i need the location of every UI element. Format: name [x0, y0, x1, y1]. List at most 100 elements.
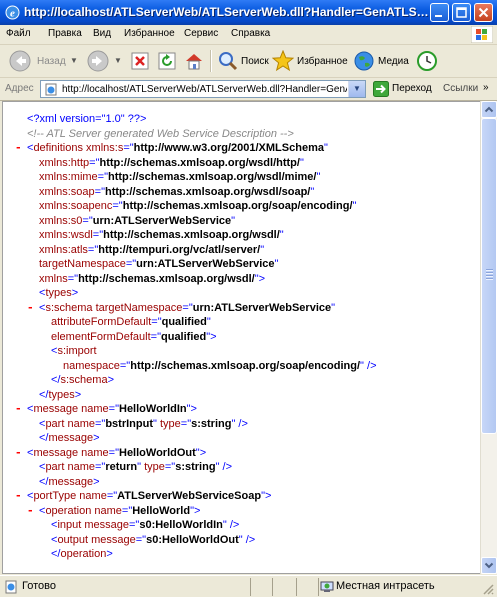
- collapse-toggle[interactable]: -: [15, 446, 22, 460]
- xml-quote: ": [299, 156, 304, 169]
- xml-attribute-value: HelloWorldOut: [119, 446, 196, 459]
- xml-line: <part name="return" type="s:string" />: [39, 460, 232, 474]
- go-button[interactable]: Переход: [370, 80, 438, 98]
- xml-attribute-name: xmlns:soap: [39, 185, 95, 198]
- forward-button[interactable]: ▼: [84, 48, 124, 74]
- xml-quote: ": [260, 243, 265, 256]
- collapse-toggle[interactable]: -: [15, 402, 22, 416]
- collapse-toggle[interactable]: -: [15, 141, 22, 155]
- xml-bracket: />: [226, 519, 240, 531]
- xml-line: xmlns:atls="http://tempuri.org/vc/atl/se…: [39, 243, 264, 257]
- home-icon: [186, 54, 202, 70]
- xml-attribute-name: name: [64, 417, 95, 430]
- xml-attribute-value: http://schemas.xmlsoap.org/wsdl/mime/: [108, 171, 317, 183]
- history-icon: [417, 51, 437, 71]
- title-bar[interactable]: e http://localhost/ATLServerWeb/ATLServe…: [0, 0, 497, 25]
- intranet-zone-icon: [320, 581, 334, 592]
- xml-attribute-name: message: [88, 533, 136, 546]
- xml-attribute-value: http://schemas.xmlsoap.org/soap/encoding…: [122, 200, 353, 212]
- xml-quote: ": [331, 301, 336, 314]
- xml-bracket: >: [74, 388, 82, 401]
- xml-attribute-name: name: [76, 490, 107, 502]
- xml-attribute-name: xmlns:wsdl: [39, 229, 93, 241]
- xml-bracket: >: [194, 504, 201, 517]
- vertical-scrollbar[interactable]: [480, 101, 497, 574]
- history-button[interactable]: [415, 48, 439, 74]
- xml-line: targetNamespace="urn:ATLServerWebService…: [39, 257, 278, 271]
- xml-line: <input message="s0:HelloWorldIn" />: [51, 518, 239, 532]
- xml-quote: =": [94, 417, 106, 430]
- refresh-button[interactable]: [155, 48, 179, 74]
- xml-tag-name: message: [48, 475, 94, 488]
- collapse-toggle[interactable]: -: [15, 489, 22, 503]
- menu-edit[interactable]: Правка: [48, 28, 82, 39]
- xml-line-content: <s:schema targetNamespace="urn:ATLServer…: [39, 301, 335, 315]
- stop-button[interactable]: [128, 48, 152, 74]
- browser-window: e http://localhost/ATLServerWeb/ATLServe…: [0, 0, 497, 597]
- maximize-button[interactable]: [452, 3, 471, 22]
- xml-attribute-value: qualified: [161, 316, 207, 328]
- links-chevron-icon[interactable]: »: [483, 82, 489, 93]
- stop-icon: [131, 52, 149, 70]
- xml-quote: =": [125, 258, 137, 270]
- xml-attribute-value: http://schemas.xmlsoap.org/wsdl/: [103, 229, 280, 241]
- internet-explorer-icon: e: [5, 5, 20, 20]
- links-button[interactable]: Ссылки: [443, 83, 478, 94]
- arrow-down-icon: [484, 562, 494, 569]
- xml-attribute-name: targetNamespace: [92, 301, 183, 314]
- xml-line: <part name="bstrInput" type="s:string" /…: [39, 417, 248, 431]
- xml-attribute-name: attributeFormDefault: [51, 316, 152, 328]
- status-pane: [296, 578, 318, 596]
- favorites-button[interactable]: Избранное: [270, 48, 348, 74]
- favorites-label: Избранное: [297, 56, 348, 67]
- xml-quote: =": [135, 533, 147, 546]
- scroll-down-button[interactable]: [481, 557, 497, 574]
- scroll-up-button[interactable]: [481, 101, 497, 118]
- media-button[interactable]: Медиа: [351, 48, 411, 74]
- back-arrow-icon: [9, 50, 31, 72]
- xml-tag-name: s:import: [57, 345, 97, 357]
- status-pane: [272, 578, 294, 596]
- menu-file[interactable]: Файл: [6, 28, 31, 39]
- xml-quote: ": [316, 171, 321, 183]
- menu-view[interactable]: Вид: [93, 28, 111, 39]
- xml-bracket: >: [264, 490, 272, 502]
- grip-line: [486, 272, 493, 274]
- xml-attribute-value: s0:HelloWorldOut: [146, 533, 239, 546]
- xml-bracket: >: [106, 548, 113, 560]
- close-button[interactable]: [474, 3, 493, 22]
- collapse-toggle[interactable]: -: [27, 301, 34, 315]
- menu-help[interactable]: Справка: [231, 28, 270, 39]
- home-button[interactable]: [182, 48, 206, 74]
- xml-attribute-name: xmlns:s0: [39, 214, 83, 227]
- menu-favorites[interactable]: Избранное: [124, 28, 175, 39]
- collapse-toggle[interactable]: -: [27, 504, 34, 518]
- status-text: Готово: [22, 580, 56, 592]
- search-button[interactable]: Поиск: [215, 48, 269, 74]
- xml-quote: =": [164, 461, 176, 473]
- xml-quote: =": [119, 359, 131, 372]
- chevron-down-icon: ▼: [114, 56, 122, 65]
- search-icon: [219, 52, 238, 71]
- page-icon: [45, 83, 57, 96]
- xml-bracket: />: [363, 359, 377, 372]
- minimize-button[interactable]: [430, 3, 449, 22]
- xml-tag-name: operation: [45, 504, 92, 517]
- xml-attribute-name: xmlns:http: [39, 156, 90, 169]
- address-input[interactable]: http://localhost/ATLServerWeb/ATLServerW…: [40, 80, 366, 98]
- xml-line: <!-- ATL Server generated Web Service De…: [27, 127, 294, 141]
- xml-quote: =": [129, 519, 140, 531]
- xml-quote: =": [112, 200, 123, 212]
- xml-quote: ": [323, 142, 328, 154]
- resize-grip-icon[interactable]: [482, 583, 494, 595]
- scroll-thumb[interactable]: [481, 118, 497, 434]
- xml-attribute-name: xmlns:mime: [39, 171, 98, 183]
- xml-tag-name: s:schema: [45, 301, 93, 314]
- xml-line: </s:schema>: [51, 373, 114, 387]
- back-button[interactable]: Назад ▼: [4, 48, 78, 74]
- xml-quote: =": [82, 214, 93, 227]
- address-dropdown-button[interactable]: ▼: [348, 81, 365, 97]
- address-label: Адрес: [5, 83, 34, 94]
- xml-line: xmlns:soap="http://schemas.xmlsoap.org/w…: [39, 185, 314, 199]
- menu-tools[interactable]: Сервис: [184, 28, 218, 39]
